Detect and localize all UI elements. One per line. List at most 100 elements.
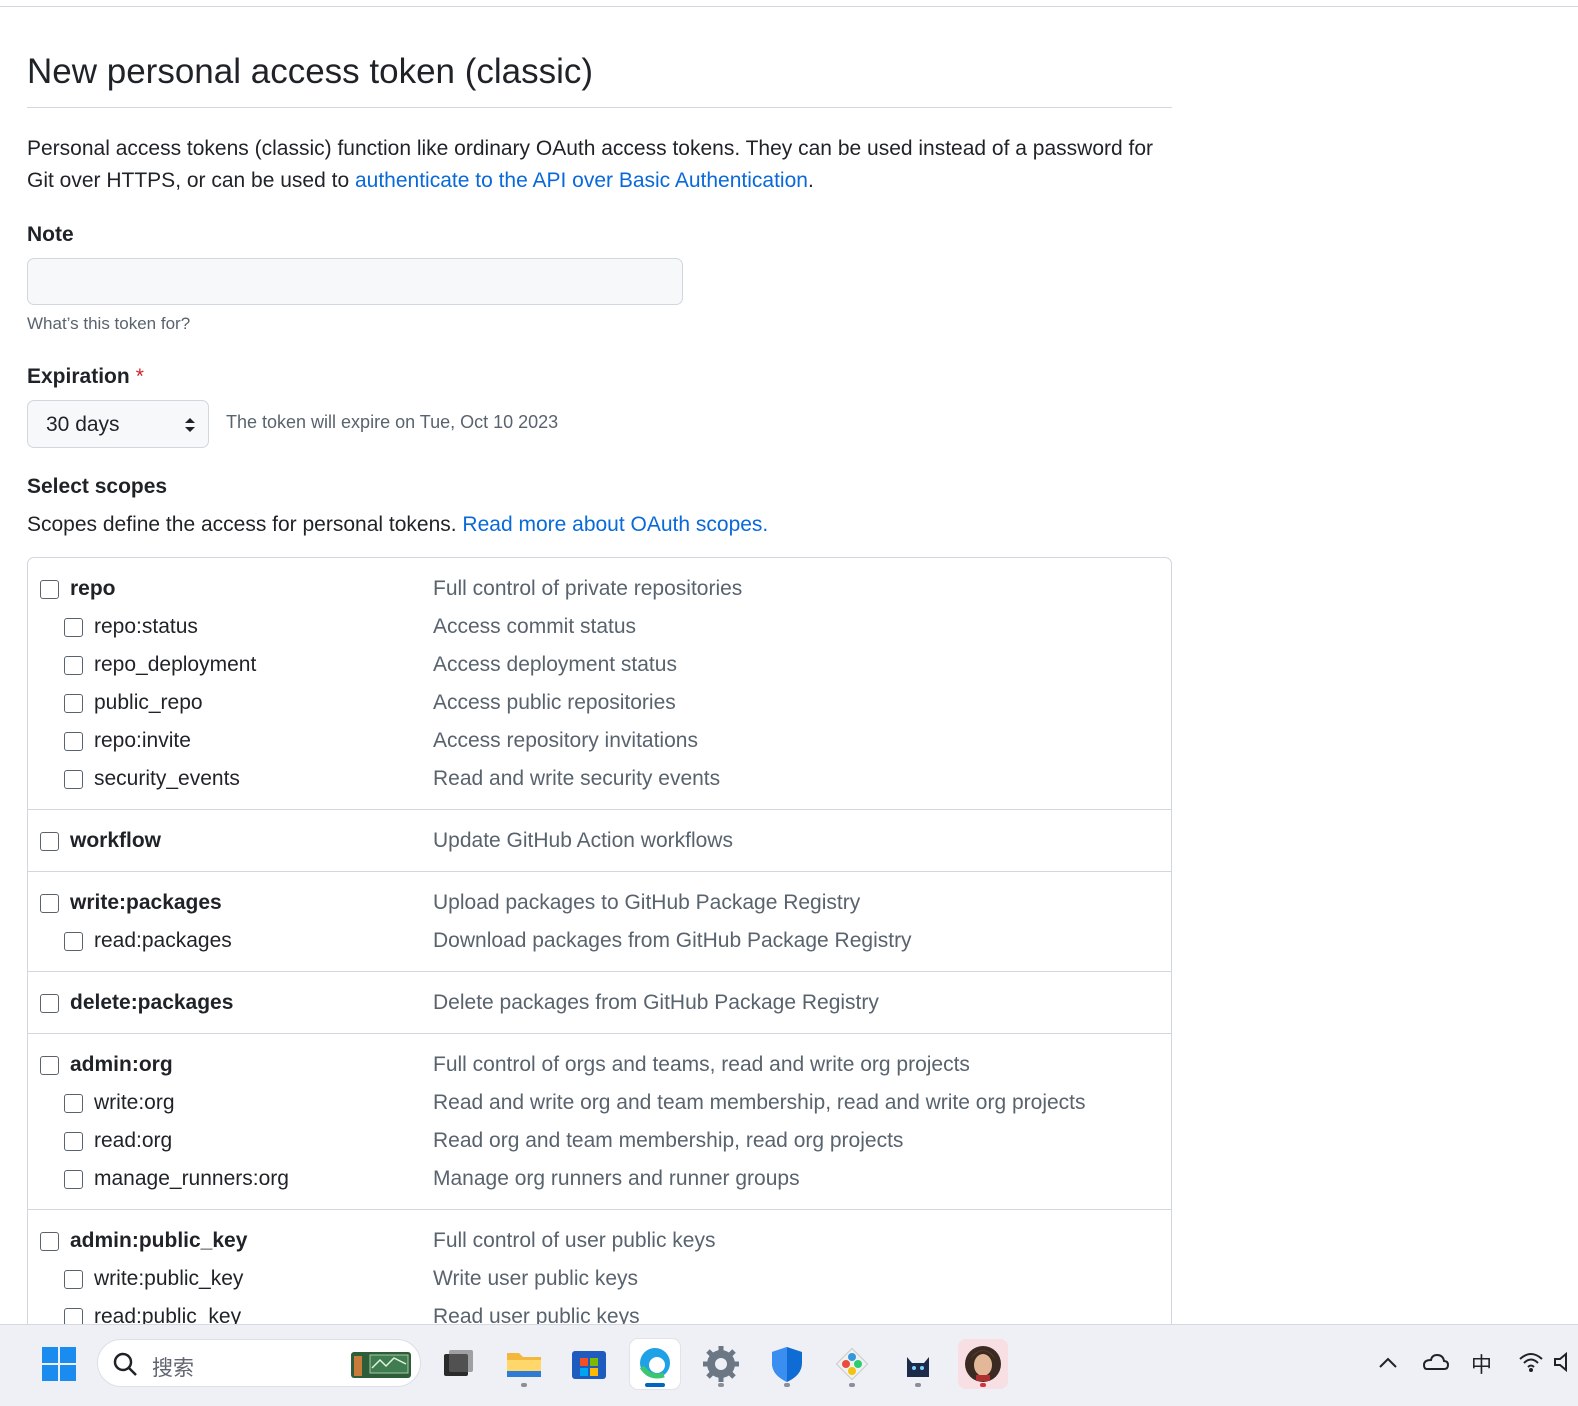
scope-name[interactable]: write:org — [94, 1091, 175, 1115]
scope-checkbox[interactable] — [64, 1132, 83, 1151]
scope-description: Read and write org and team membership, … — [433, 1091, 1086, 1114]
scope-checkbox[interactable] — [64, 618, 83, 637]
defender-shield-icon — [772, 1347, 802, 1382]
file-explorer-button[interactable] — [499, 1339, 549, 1389]
search-highlight-icon — [351, 1352, 411, 1378]
scope-checkbox[interactable] — [64, 770, 83, 789]
intro-end: . — [807, 169, 814, 192]
scope-name[interactable]: read:packages — [94, 929, 232, 953]
scope-row: repo:invite Access repository invitations — [28, 723, 1171, 761]
scope-name[interactable]: manage_runners:org — [94, 1167, 289, 1191]
scope-checkbox[interactable] — [40, 580, 59, 599]
search-placeholder: 搜索 — [152, 1356, 194, 1380]
scope-name[interactable]: repo — [70, 577, 116, 601]
scope-description: Full control of orgs and teams, read and… — [433, 1053, 970, 1076]
scope-name[interactable]: read:org — [94, 1129, 172, 1153]
scope-name[interactable]: repo_deployment — [94, 653, 256, 677]
file-explorer-icon — [507, 1353, 541, 1377]
running-indicator — [980, 1383, 986, 1387]
title-divider — [27, 107, 1172, 108]
cat-app-icon — [907, 1357, 929, 1377]
scope-description: Full control of user public keys — [433, 1229, 716, 1252]
basic-auth-link[interactable]: authenticate to the API over Basic Authe… — [355, 169, 808, 192]
scope-description: Access public repositories — [433, 691, 676, 714]
scope-name[interactable]: repo:invite — [94, 729, 191, 753]
microsoft-store-button[interactable] — [564, 1339, 614, 1389]
scope-checkbox[interactable] — [64, 656, 83, 675]
scope-row: write:org Read and write org and team mem… — [28, 1085, 1171, 1123]
scope-row: read:org Read org and team membership, re… — [28, 1123, 1171, 1161]
oauth-scopes-link[interactable]: Read more about OAuth scopes. — [462, 513, 768, 536]
tray-chevron-up-icon[interactable] — [1376, 1351, 1400, 1375]
note-input[interactable] — [27, 258, 683, 305]
windows-start-button[interactable] — [34, 1339, 84, 1389]
running-indicator — [849, 1383, 855, 1387]
avatar-app-icon — [965, 1346, 1001, 1382]
scope-description: Access commit status — [433, 615, 637, 638]
scope-checkbox[interactable] — [40, 832, 59, 851]
edge-browser-icon — [639, 1348, 670, 1379]
scope-checkbox[interactable] — [64, 1094, 83, 1113]
scope-name[interactable]: admin:public_key — [70, 1229, 247, 1253]
scope-name[interactable]: security_events — [94, 767, 240, 791]
onedrive-cloud-icon[interactable] — [1420, 1349, 1450, 1375]
select-caret-icon — [185, 418, 195, 432]
expiration-selected-value: 30 days — [46, 413, 120, 436]
scope-description: Read and write security events — [433, 767, 721, 790]
scope-checkbox[interactable] — [40, 894, 59, 913]
scope-checkbox[interactable] — [64, 1170, 83, 1189]
expiration-date-note: The token will expire on Tue, Oct 10 202… — [226, 412, 559, 432]
task-view-button[interactable] — [433, 1339, 483, 1389]
expiration-label-row: Expiration * — [27, 365, 144, 389]
note-hint: What’s this token for? — [27, 314, 191, 333]
settings-button[interactable] — [696, 1339, 746, 1389]
scope-description: Full control of private repositories — [433, 577, 743, 600]
top-divider — [0, 6, 1578, 7]
scope-checkbox[interactable] — [40, 1232, 59, 1251]
defender-button[interactable] — [762, 1339, 812, 1389]
note-label: Note — [27, 223, 74, 246]
scope-name[interactable]: workflow — [70, 829, 161, 853]
windows-start-icon — [42, 1347, 76, 1381]
scope-checkbox[interactable] — [40, 1056, 59, 1075]
scope-description: Read org and team membership, read org p… — [433, 1129, 904, 1152]
edge-browser-button[interactable] — [630, 1339, 680, 1389]
windows-taskbar: 搜索 中 — [0, 1324, 1578, 1406]
task-view-icon — [444, 1350, 473, 1376]
scope-row: security_events Read and write security e… — [28, 761, 1171, 799]
scope-checkbox[interactable] — [40, 994, 59, 1013]
expiration-select[interactable]: 30 days — [27, 400, 209, 448]
scope-name[interactable]: public_repo — [94, 691, 203, 715]
scope-group-repo: repo Full control of private repositories… — [28, 558, 1171, 810]
ime-indicator[interactable]: 中 — [1471, 1349, 1492, 1379]
scope-name[interactable]: admin:org — [70, 1053, 173, 1077]
scope-name[interactable]: write:packages — [70, 891, 222, 915]
avatar-app-button[interactable] — [958, 1339, 1008, 1389]
scope-row: write:packages Upload packages to GitHub … — [28, 885, 1171, 923]
scope-row: delete:packages Delete packages from GitH… — [28, 985, 1171, 1023]
scope-group-write-packages: write:packages Upload packages to GitHub … — [28, 872, 1171, 972]
cat-app-button[interactable] — [893, 1339, 943, 1389]
git-tool-button[interactable] — [827, 1339, 877, 1389]
scope-checkbox[interactable] — [64, 732, 83, 751]
scope-row: repo Full control of private repositories — [28, 571, 1171, 609]
scope-name[interactable]: delete:packages — [70, 991, 233, 1015]
taskbar-search[interactable]: 搜索 — [97, 1339, 421, 1387]
wifi-icon[interactable] — [1517, 1349, 1545, 1375]
scope-checkbox[interactable] — [64, 694, 83, 713]
settings-icon — [703, 1346, 739, 1382]
git-tool-icon — [835, 1347, 869, 1381]
volume-icon[interactable] — [1553, 1350, 1575, 1374]
scope-row: repo_deployment Access deployment status — [28, 647, 1171, 685]
search-icon — [113, 1352, 137, 1376]
scope-row: repo:status Access commit status — [28, 609, 1171, 647]
scopes-description: Scopes define the access for personal to… — [27, 513, 768, 537]
scope-checkbox[interactable] — [64, 932, 83, 951]
scope-name[interactable]: write:public_key — [94, 1267, 243, 1291]
scope-name[interactable]: repo:status — [94, 615, 198, 639]
scope-checkbox[interactable] — [64, 1270, 83, 1289]
required-asterisk: * — [135, 365, 144, 388]
select-scopes-label: Select scopes — [27, 475, 168, 498]
scope-description: Upload packages to GitHub Package Regist… — [433, 891, 861, 914]
scope-description: Access repository invitations — [433, 729, 698, 752]
